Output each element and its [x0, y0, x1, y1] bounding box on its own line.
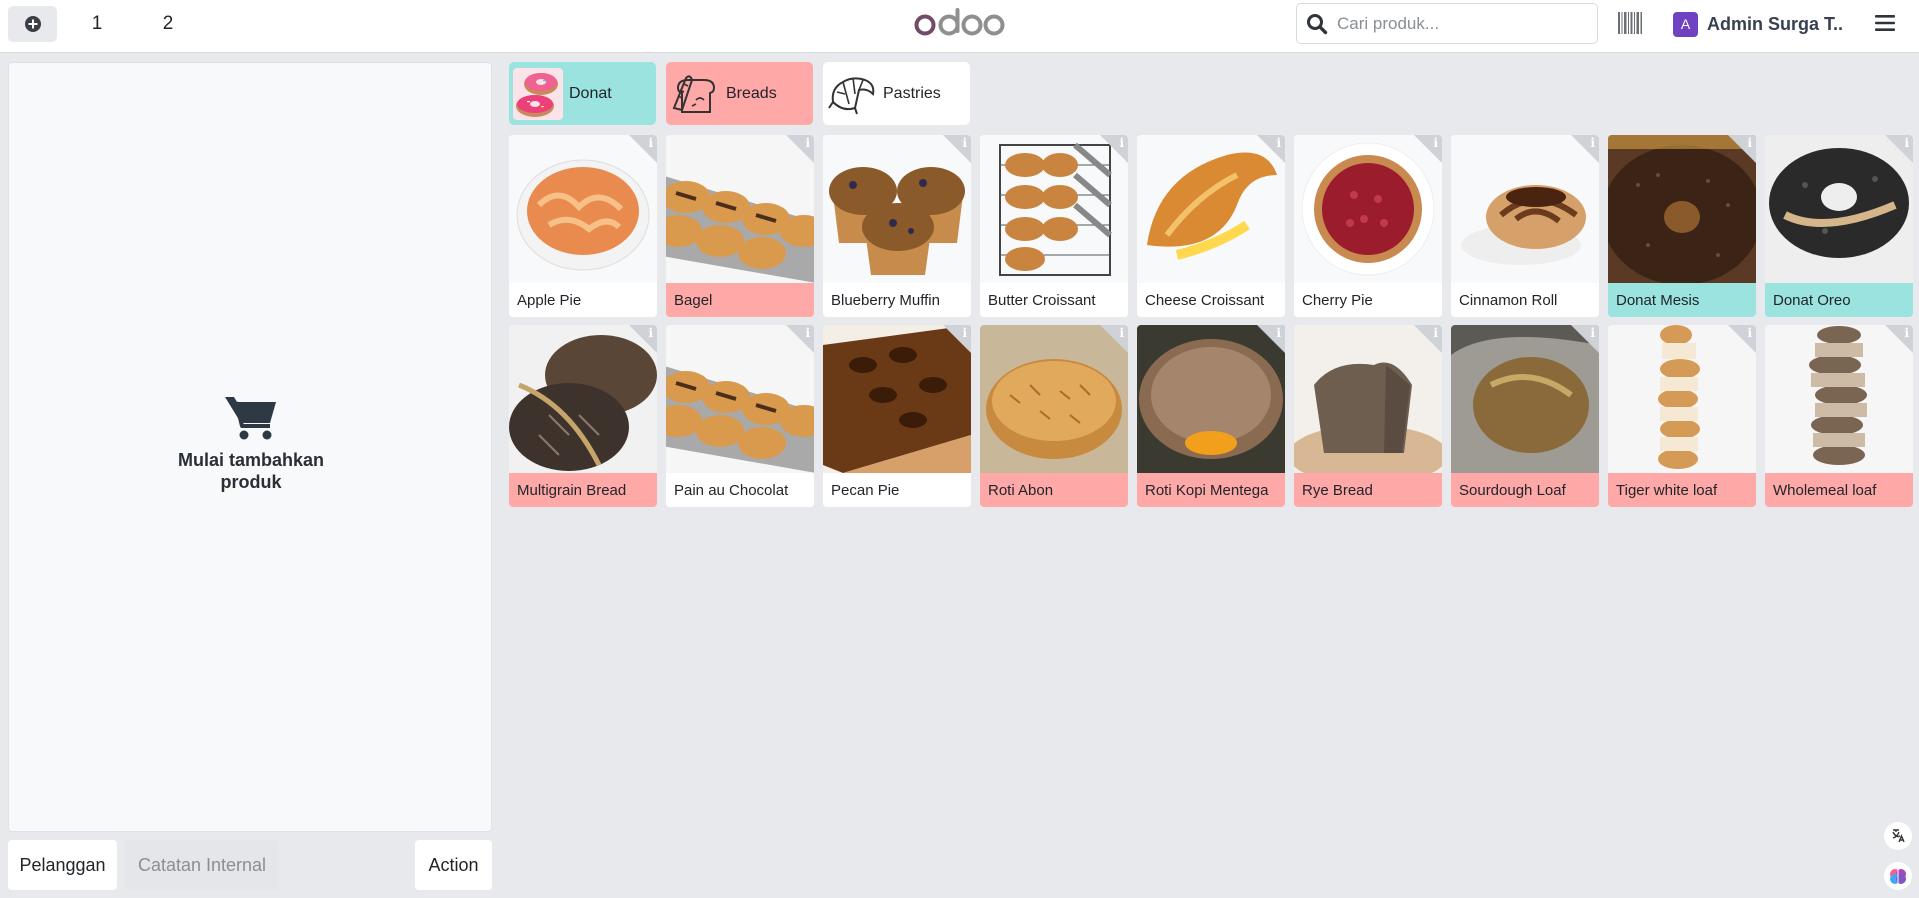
product-info-icon[interactable]: i [1885, 325, 1913, 353]
product-card[interactable]: i Pecan Pie [823, 325, 971, 507]
user-name: Admin Surga T... [1707, 13, 1843, 34]
product-info-icon[interactable]: i [1571, 135, 1599, 163]
product-info-icon[interactable]: i [943, 325, 971, 353]
product-info-icon[interactable]: i [786, 135, 814, 163]
translate-icon[interactable] [1884, 822, 1912, 850]
product-name: Blueberry Muffin [823, 283, 971, 317]
hamburger-menu-icon[interactable] [1874, 13, 1896, 33]
product-name: Donat Mesis [1608, 283, 1756, 317]
product-search[interactable] [1296, 3, 1598, 44]
shopping-cart-icon [225, 397, 276, 440]
user-menu[interactable]: A Admin Surga T... [1673, 10, 1843, 38]
product-card[interactable]: i Multigrain Bread [509, 325, 657, 507]
order-tab-1[interactable]: 1 [73, 6, 121, 42]
search-icon [1297, 4, 1337, 43]
product-card[interactable]: i Rye Bread [1294, 325, 1442, 507]
product-name: Cheese Croissant [1137, 283, 1285, 317]
customer-button[interactable]: Pelanggan [8, 840, 117, 890]
product-name: Cinnamon Roll [1451, 283, 1599, 317]
barcode-icon[interactable] [1618, 12, 1643, 34]
plus-circle-icon [24, 16, 41, 32]
product-card[interactable]: i Cinnamon Roll [1451, 135, 1599, 317]
product-info-icon[interactable]: i [943, 135, 971, 163]
product-card[interactable]: i Bagel [666, 135, 814, 317]
product-card[interactable]: i Donat Mesis [1608, 135, 1756, 317]
product-card[interactable]: i Roti Abon [980, 325, 1128, 507]
product-name: Roti Kopi Mentega [1137, 473, 1285, 507]
product-info-icon[interactable]: i [629, 135, 657, 163]
product-info-icon[interactable]: i [1100, 325, 1128, 353]
category-donat[interactable]: Donat [509, 62, 656, 125]
category-breads[interactable]: Breads [666, 62, 813, 125]
product-info-icon[interactable]: i [1257, 325, 1285, 353]
product-name: Apple Pie [509, 283, 657, 317]
product-name: Pecan Pie [823, 473, 971, 507]
product-card[interactable]: i Roti Kopi Mentega [1137, 325, 1285, 507]
brain-icon[interactable] [1884, 862, 1912, 890]
donut-icon [513, 67, 563, 120]
order-panel: Mulai tambahkan produk [8, 62, 492, 832]
product-name: Pain au Chocolat [666, 473, 814, 507]
product-info-icon[interactable]: i [1257, 135, 1285, 163]
empty-cart: Mulai tambahkan produk [9, 393, 493, 493]
internal-note-button[interactable]: Catatan Internal [125, 840, 279, 890]
product-info-icon[interactable]: i [1885, 135, 1913, 163]
category-label: Pastries [883, 84, 941, 102]
product-card[interactable]: i Wholemeal loaf [1765, 325, 1913, 507]
product-name: Multigrain Bread [509, 473, 657, 507]
search-input[interactable] [1337, 13, 1587, 34]
product-name: Sourdough Loaf [1451, 473, 1599, 507]
product-card[interactable]: i Apple Pie [509, 135, 657, 317]
category-pastries[interactable]: Pastries [823, 62, 970, 125]
category-label: Breads [726, 84, 777, 102]
product-info-icon[interactable]: i [1100, 135, 1128, 163]
product-info-icon[interactable]: i [1414, 325, 1442, 353]
bread-icon [670, 68, 720, 120]
product-name: Roti Abon [980, 473, 1128, 507]
product-name: Cherry Pie [1294, 283, 1442, 317]
product-info-icon[interactable]: i [1414, 135, 1442, 163]
add-order-button[interactable] [8, 6, 57, 42]
product-name: Wholemeal loaf [1765, 473, 1913, 507]
product-name: Butter Croissant [980, 283, 1128, 317]
top-bar: 1 2 A Admin Surga T... [0, 0, 1919, 53]
product-card[interactable]: i Blueberry Muffin [823, 135, 971, 317]
product-card[interactable]: i Pain au Chocolat [666, 325, 814, 507]
product-card[interactable]: i Butter Croissant [980, 135, 1128, 317]
category-label: Donat [569, 84, 612, 102]
product-info-icon[interactable]: i [1728, 135, 1756, 163]
product-card[interactable]: i Tiger white loaf [1608, 325, 1756, 507]
croissant-icon [827, 68, 877, 120]
product-name: Tiger white loaf [1608, 473, 1756, 507]
avatar: A [1673, 11, 1698, 37]
product-card[interactable]: i Donat Oreo [1765, 135, 1913, 317]
odoo-logo [914, 8, 1005, 36]
product-info-icon[interactable]: i [786, 325, 814, 353]
product-name: Donat Oreo [1765, 283, 1913, 317]
product-info-icon[interactable]: i [629, 325, 657, 353]
product-card[interactable]: i Cheese Croissant [1137, 135, 1285, 317]
product-card[interactable]: i Sourdough Loaf [1451, 325, 1599, 507]
product-name: Rye Bread [1294, 473, 1442, 507]
product-card[interactable]: i Cherry Pie [1294, 135, 1442, 317]
order-tab-2[interactable]: 2 [144, 6, 192, 42]
product-info-icon[interactable]: i [1571, 325, 1599, 353]
action-button[interactable]: Action [415, 840, 492, 890]
empty-cart-message: Mulai tambahkan produk [177, 450, 325, 492]
product-info-icon[interactable]: i [1728, 325, 1756, 353]
product-name: Bagel [666, 283, 814, 317]
